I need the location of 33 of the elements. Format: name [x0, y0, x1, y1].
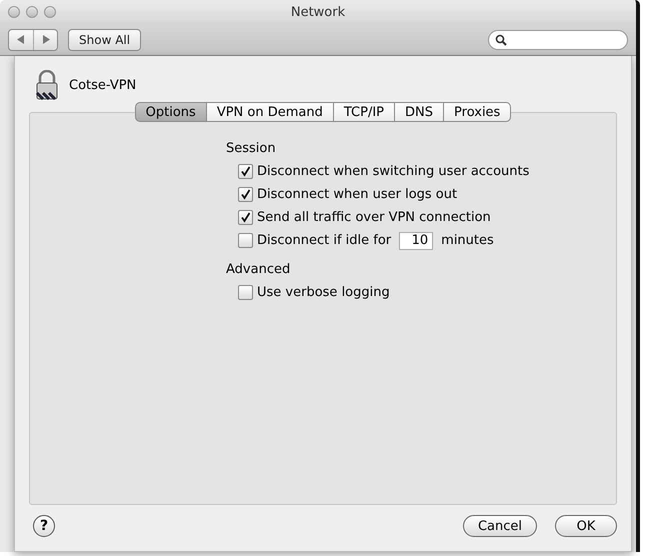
checkbox-label[interactable]: Disconnect when switching user accounts [257, 164, 530, 179]
tab[interactable]: VPN on Demand [206, 102, 334, 122]
unit-label: minutes [441, 233, 494, 248]
tab[interactable]: TCP/IP [334, 102, 396, 122]
section-heading: Advanced [226, 262, 292, 277]
window-title: Network [290, 4, 346, 20]
checkbox-label[interactable]: Disconnect when user logs out [257, 187, 458, 202]
input-field[interactable]: 10 [399, 232, 434, 250]
show-all-button[interactable]: Show All [68, 28, 142, 50]
checkbox-label[interactable]: Send all traffic over VPN connection [257, 210, 491, 225]
close-button[interactable] [8, 6, 20, 18]
checkbox[interactable] [238, 164, 253, 179]
padlock-icon [35, 70, 59, 100]
tab[interactable]: Options [134, 102, 207, 122]
checkbox[interactable] [238, 285, 253, 300]
right-triangle-icon [42, 35, 50, 44]
checkbox[interactable] [238, 233, 253, 248]
section-heading: Session [226, 141, 277, 156]
zoom-button[interactable] [44, 6, 56, 18]
dialog-button[interactable]: OK [555, 515, 617, 537]
tab[interactable]: Proxies [444, 102, 512, 122]
help-button[interactable]: ? [33, 515, 55, 537]
vpn-title: Cotse-VPN [69, 78, 136, 92]
checkbox-label[interactable]: Disconnect if idle for [257, 233, 392, 248]
checkbox[interactable] [238, 187, 253, 202]
search-field[interactable] [488, 30, 628, 50]
minimize-button[interactable] [26, 6, 38, 18]
search-icon [495, 34, 507, 46]
dialog-button[interactable]: Cancel [462, 515, 537, 537]
left-triangle-icon [17, 35, 25, 44]
tab[interactable]: DNS [395, 102, 444, 122]
checkbox[interactable] [238, 210, 253, 225]
checkbox-label[interactable]: Use verbose logging [257, 285, 390, 300]
